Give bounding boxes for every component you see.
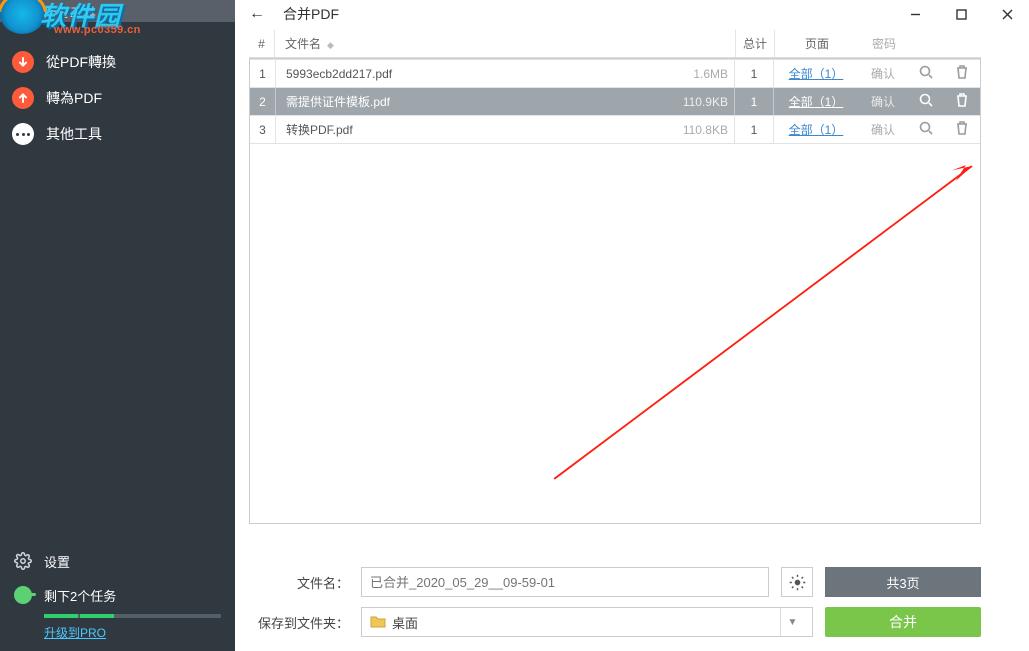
table-header: # 文件名◆ 总计 页面 密码 xyxy=(249,30,981,58)
row-size: 110.9KB xyxy=(654,95,734,109)
sort-icon: ◆ xyxy=(327,40,334,50)
watermark-url: www.pc0359.cn xyxy=(54,24,141,36)
gear-icon xyxy=(789,574,806,591)
maximize-button[interactable] xyxy=(947,3,975,25)
sidebar-item-from-pdf[interactable]: 從PDF轉換 xyxy=(0,44,235,80)
filename-label: 文件名： xyxy=(249,573,349,592)
row-delete-button[interactable] xyxy=(944,65,980,82)
back-button[interactable]: ← xyxy=(249,5,265,23)
settings-label: 设置 xyxy=(44,552,70,571)
row-filename: 转换PDF.pdf xyxy=(276,121,654,138)
close-button[interactable] xyxy=(993,3,1021,25)
row-num: 3 xyxy=(250,116,276,143)
table-row[interactable]: 3转换PDF.pdf110.8KB1全部（1）确认 xyxy=(250,115,980,143)
col-password: 密码 xyxy=(859,35,909,52)
sidebar-tab-indicator xyxy=(231,0,235,22)
row-page-link[interactable]: 全部（1） xyxy=(774,93,858,110)
main-panel: ← 合并PDF # 文件名◆ 总计 页面 密码 15993ecb2dd217.p… xyxy=(235,0,1029,651)
footer: 文件名： 共3页 保存到文件夹： 桌面 ▼ 合并 xyxy=(235,555,1029,651)
sidebar-footer: 设置 剩下2个任务 升级到PRO xyxy=(0,544,235,651)
page-title: 合并PDF xyxy=(283,4,339,24)
sidebar-item-label: 從PDF轉換 xyxy=(46,52,116,72)
filename-input[interactable] xyxy=(361,567,769,597)
folder-value: 桌面 xyxy=(392,613,418,632)
row-delete-button[interactable] xyxy=(944,93,980,110)
arrow-down-icon xyxy=(12,51,34,73)
row-total: 1 xyxy=(734,88,774,115)
row-preview-button[interactable] xyxy=(908,65,944,82)
table-empty-area[interactable] xyxy=(250,143,980,523)
sidebar: 所有工具 软件园 www.pc0359.cn 從PDF轉換 轉為PDF 其他工具 xyxy=(0,0,235,651)
folder-label: 保存到文件夹： xyxy=(249,613,349,632)
row-total: 1 xyxy=(734,116,774,143)
row-preview-button[interactable] xyxy=(908,121,944,138)
merge-button[interactable]: 合并 xyxy=(825,607,981,637)
row-delete-button[interactable] xyxy=(944,121,980,138)
tasks-remaining[interactable]: 剩下2个任务 xyxy=(0,578,235,612)
col-num: # xyxy=(249,30,275,57)
sidebar-item-label: 轉為PDF xyxy=(46,88,102,108)
table-row[interactable]: 2需提供证件模板.pdf110.9KB1全部（1）确认 xyxy=(250,87,980,115)
row-size: 1.6MB xyxy=(654,67,734,81)
arrow-up-icon xyxy=(12,87,34,109)
folder-icon xyxy=(370,615,386,629)
table-row[interactable]: 15993ecb2dd217.pdf1.6MB1全部（1）确认 xyxy=(250,59,980,87)
annotation-arrow xyxy=(250,144,980,523)
row-num: 2 xyxy=(250,88,276,115)
row-num: 1 xyxy=(250,60,276,87)
gear-icon xyxy=(14,552,32,570)
total-pages-button[interactable]: 共3页 xyxy=(825,567,981,597)
tasks-progress xyxy=(44,614,221,618)
row-total: 1 xyxy=(734,60,774,87)
row-page-link[interactable]: 全部（1） xyxy=(774,65,858,82)
chevron-down-icon: ▼ xyxy=(780,608,804,636)
minimize-button[interactable] xyxy=(901,3,929,25)
row-size: 110.8KB xyxy=(654,123,734,137)
row-preview-button[interactable] xyxy=(908,93,944,110)
row-filename: 5993ecb2dd217.pdf xyxy=(276,67,654,81)
filename-settings-button[interactable] xyxy=(781,567,813,597)
file-table: 15993ecb2dd217.pdf1.6MB1全部（1）确认2需提供证件模板.… xyxy=(249,58,981,524)
row-password[interactable]: 确认 xyxy=(858,121,908,138)
upgrade-link[interactable]: 升级到PRO xyxy=(0,618,235,651)
row-page-link[interactable]: 全部（1） xyxy=(774,121,858,138)
sidebar-item-label: 其他工具 xyxy=(46,124,102,144)
sidebar-nav: 從PDF轉換 轉為PDF 其他工具 xyxy=(0,22,235,544)
tasks-icon xyxy=(14,586,32,604)
sidebar-item-other-tools[interactable]: 其他工具 xyxy=(0,116,235,152)
content-area: # 文件名◆ 总计 页面 密码 15993ecb2dd217.pdf1.6MB1… xyxy=(235,28,1029,555)
row-filename: 需提供证件模板.pdf xyxy=(276,93,654,110)
title-bar: ← 合并PDF xyxy=(235,0,1029,28)
more-icon xyxy=(12,123,34,145)
settings-button[interactable]: 设置 xyxy=(0,544,235,578)
col-name[interactable]: 文件名◆ xyxy=(275,35,655,52)
col-total: 总计 xyxy=(735,30,775,57)
row-password[interactable]: 确认 xyxy=(858,93,908,110)
tasks-label: 剩下2个任务 xyxy=(44,586,116,605)
sidebar-item-to-pdf[interactable]: 轉為PDF xyxy=(0,80,235,116)
col-page: 页面 xyxy=(775,35,859,52)
folder-select[interactable]: 桌面 ▼ xyxy=(361,607,813,637)
row-password[interactable]: 确认 xyxy=(858,65,908,82)
